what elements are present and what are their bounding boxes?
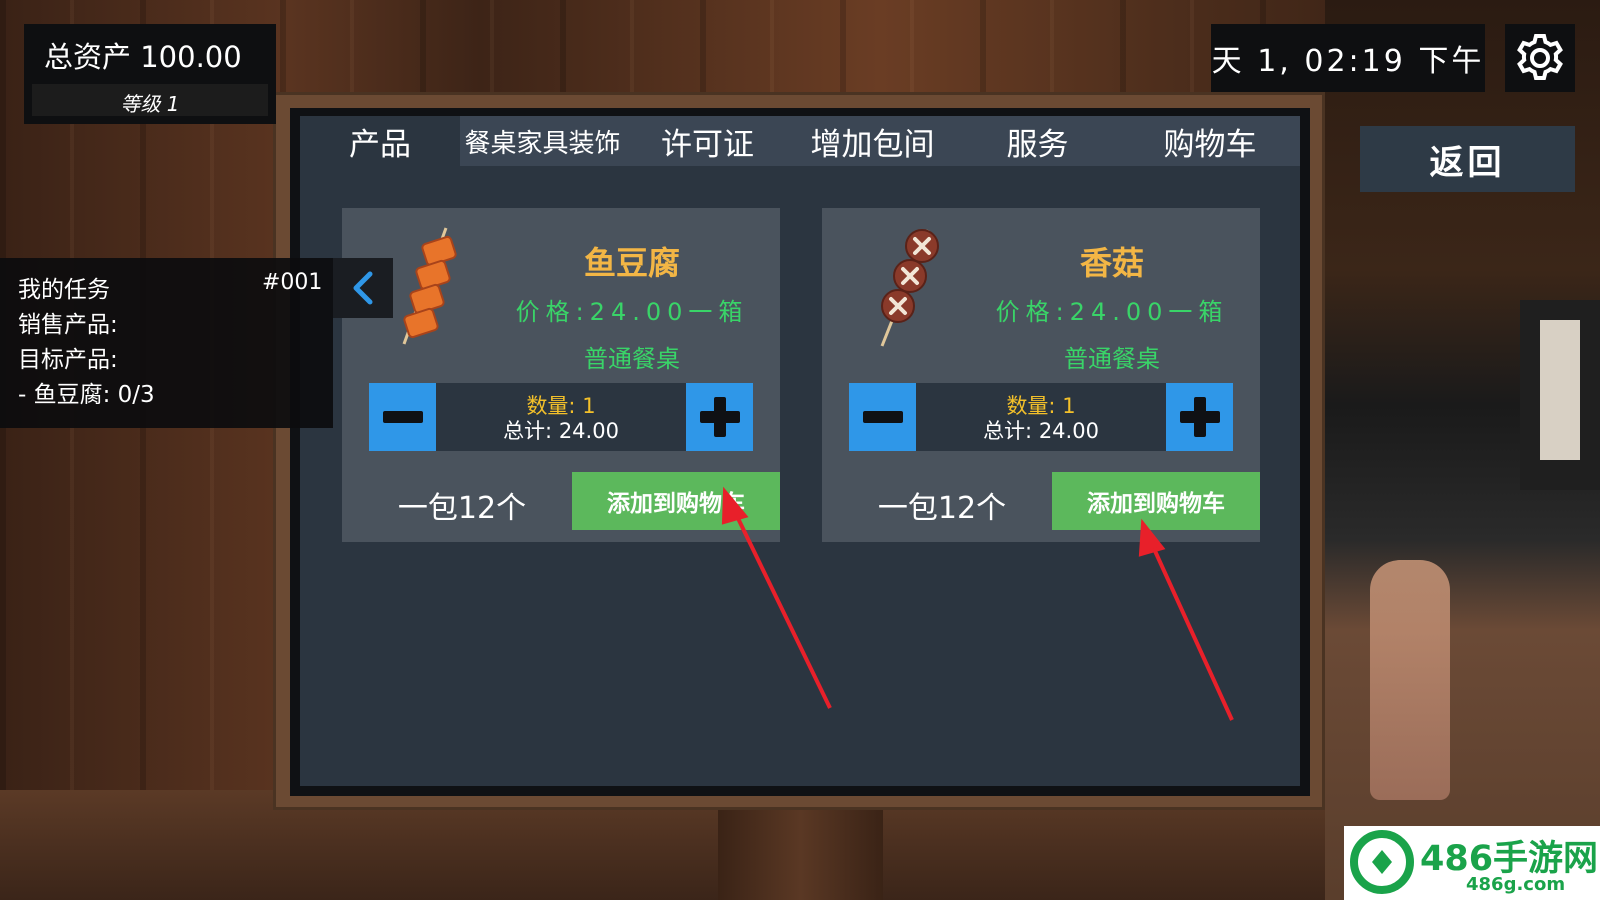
total-label: 总计: 24.00	[983, 419, 1099, 443]
total-label: 总计: 24.00	[503, 419, 619, 443]
tab-service[interactable]: 服务	[955, 116, 1120, 166]
shop-tabs: 产品 餐桌家具装饰 许可证 增加包间 服务 购物车	[300, 116, 1300, 166]
task-line-target: 目标产品:	[18, 347, 118, 373]
plus-icon-vertical	[1193, 397, 1206, 437]
plus-icon-vertical	[713, 397, 726, 437]
gear-icon	[1517, 34, 1563, 80]
background-character	[1370, 560, 1450, 800]
tab-private-rooms[interactable]: 增加包间	[790, 116, 955, 166]
increase-quantity-button[interactable]	[686, 383, 753, 451]
task-id: #001	[262, 270, 323, 295]
product-type: 普通餐桌	[584, 345, 680, 373]
game-clock: 天 1, 02:19 下午	[1211, 24, 1485, 92]
assets-panel: 总资产 100.00 等级 1	[24, 24, 276, 124]
background-sign-mark	[1540, 320, 1580, 460]
tab-cart[interactable]: 购物车	[1120, 116, 1300, 166]
task-title: 我的任务	[18, 277, 110, 303]
tab-furniture[interactable]: 餐桌家具装饰	[460, 116, 625, 166]
watermark-logo-icon	[1350, 830, 1414, 894]
minus-icon	[862, 411, 903, 423]
settings-button[interactable]	[1505, 24, 1575, 92]
watermark-domain: 486g.com	[1466, 874, 1566, 895]
product-type: 普通餐桌	[1064, 345, 1160, 373]
pack-size-label: 一包12个	[397, 491, 527, 526]
minus-icon	[382, 411, 423, 423]
task-panel: 我的任务 #001 销售产品: 目标产品: - 鱼豆腐: 0/3	[0, 258, 333, 428]
add-to-cart-button[interactable]: 添加到购物车	[572, 472, 780, 530]
pack-size-label: 一包12个	[877, 491, 1007, 526]
total-assets-label: 总资产 100.00	[44, 40, 242, 74]
level-bar: 等级 1	[32, 84, 268, 116]
site-watermark: 486手游网 486g.com	[1344, 826, 1600, 900]
chevron-left-icon	[353, 271, 373, 305]
task-collapse-button[interactable]	[333, 258, 393, 318]
product-price: 价格:24.00一箱	[995, 298, 1229, 326]
task-line-sell: 销售产品:	[18, 312, 118, 338]
increase-quantity-button[interactable]	[1166, 383, 1233, 451]
decrease-quantity-button[interactable]	[849, 383, 916, 451]
task-line-progress: - 鱼豆腐: 0/3	[18, 382, 155, 408]
tab-products[interactable]: 产品	[300, 116, 460, 166]
tab-license[interactable]: 许可证	[625, 116, 790, 166]
product-name: 鱼豆腐	[583, 244, 680, 282]
add-to-cart-button[interactable]: 添加到购物车	[1052, 472, 1260, 530]
level-label: 等级 1	[120, 92, 180, 116]
back-button[interactable]: 返回	[1360, 126, 1575, 192]
product-price: 价格:24.00一箱	[515, 298, 749, 326]
fish-tofu-skewer-icon	[402, 227, 457, 345]
product-card: 鱼豆腐 价格:24.00一箱 普通餐桌 数量: 1 总计: 24.00 一包12…	[342, 208, 780, 542]
decrease-quantity-button[interactable]	[369, 383, 436, 451]
mushroom-skewer-icon	[880, 229, 939, 347]
product-card: 香菇 价格:24.00一箱 普通餐桌 数量: 1 总计: 24.00 一包12个…	[822, 208, 1260, 542]
product-name: 香菇	[1079, 244, 1144, 282]
